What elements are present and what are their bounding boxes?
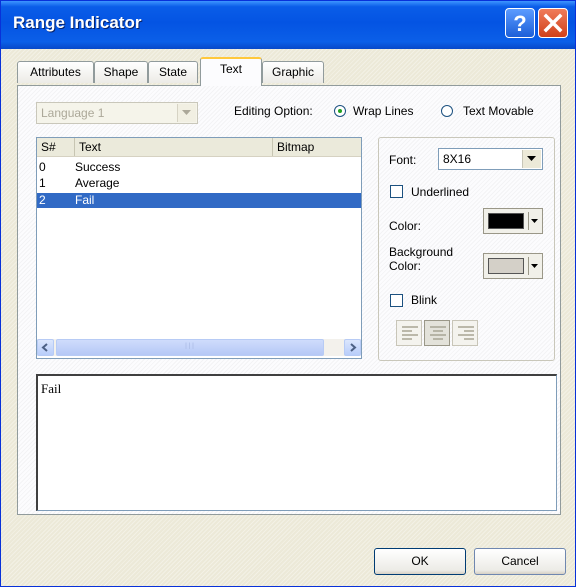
column-header-bitmap[interactable]: Bitmap	[273, 138, 361, 156]
chevron-left-icon	[41, 343, 48, 352]
background-color-label: Background Color:	[389, 245, 454, 273]
window-title: Range Indicator	[13, 13, 142, 32]
text-movable-label[interactable]: Text Movable	[463, 104, 534, 118]
radio-text-movable[interactable]	[441, 105, 453, 117]
help-icon: ?	[513, 11, 526, 36]
horizontal-scrollbar[interactable]: III	[37, 339, 361, 356]
align-center-icon	[430, 326, 446, 340]
state-text: Success	[75, 160, 121, 174]
underlined-label[interactable]: Underlined	[411, 185, 469, 199]
list-header: S# Text Bitmap	[37, 138, 361, 157]
column-header-text[interactable]: Text	[75, 138, 273, 156]
align-right-button[interactable]	[452, 320, 478, 346]
column-header-state-number[interactable]: S#	[37, 138, 75, 156]
chevron-down-icon	[528, 212, 540, 230]
blink-checkbox[interactable]	[390, 294, 403, 307]
align-left-icon	[402, 326, 418, 340]
scroll-thumb-grip: III	[184, 341, 196, 351]
chevron-down-icon	[522, 150, 541, 168]
editing-option-label: Editing Option:	[234, 104, 313, 118]
font-label: Font:	[389, 153, 417, 167]
help-button[interactable]: ?	[505, 8, 535, 38]
align-right-icon	[458, 326, 474, 340]
tab-shape[interactable]: Shape	[94, 61, 148, 83]
color-swatch	[488, 213, 524, 229]
tab-state[interactable]: State	[148, 61, 198, 83]
state-text-editor[interactable]: Fail	[36, 374, 557, 511]
wrap-lines-label[interactable]: Wrap Lines	[353, 104, 413, 118]
color-label: Color:	[389, 219, 422, 233]
language-select-value: Language 1	[41, 106, 105, 120]
cancel-button[interactable]: Cancel	[474, 548, 566, 575]
ok-button[interactable]: OK	[374, 548, 466, 575]
state-text: Fail	[75, 193, 95, 207]
scroll-right-button[interactable]	[344, 339, 361, 356]
svg-text:?: ?	[513, 11, 526, 36]
list-item[interactable]: 0 Success	[37, 160, 361, 175]
blink-label[interactable]: Blink	[411, 293, 437, 307]
underlined-checkbox[interactable]	[390, 185, 403, 198]
chevron-down-icon	[528, 257, 540, 275]
state-text-list[interactable]: S# Text Bitmap 0 Success 1 Average 2 Fai…	[36, 137, 362, 359]
title-bar[interactable]: Range Indicator ?	[1, 1, 575, 49]
scroll-left-button[interactable]	[37, 339, 54, 356]
list-item-selected[interactable]: 2 Fail	[37, 193, 361, 208]
text-color-button[interactable]	[483, 208, 543, 234]
close-icon	[543, 13, 563, 33]
scroll-thumb[interactable]: III	[56, 339, 324, 356]
chevron-right-icon	[350, 343, 357, 352]
alignment-buttons	[396, 320, 480, 350]
state-text: Average	[75, 176, 120, 190]
font-select[interactable]: 8X16	[438, 148, 543, 170]
close-button[interactable]	[538, 8, 568, 38]
language-select[interactable]: Language 1	[36, 102, 198, 124]
dialog-window: Range Indicator ? Attributes Shape State…	[0, 0, 576, 587]
tab-text[interactable]: Text	[200, 57, 262, 86]
state-number: 2	[39, 193, 46, 207]
tab-attributes[interactable]: Attributes	[17, 61, 94, 83]
background-color-button[interactable]	[483, 253, 543, 279]
radio-selected-dot	[338, 109, 342, 113]
radio-wrap-lines[interactable]	[334, 105, 346, 117]
chevron-down-icon	[177, 104, 196, 122]
list-item[interactable]: 1 Average	[37, 176, 361, 191]
font-select-value: 8X16	[443, 152, 472, 166]
align-left-button[interactable]	[396, 320, 422, 346]
state-number: 1	[39, 176, 46, 190]
align-center-button[interactable]	[424, 320, 450, 346]
tab-graphic[interactable]: Graphic	[262, 61, 324, 83]
color-swatch	[488, 258, 524, 274]
state-number: 0	[39, 160, 46, 174]
